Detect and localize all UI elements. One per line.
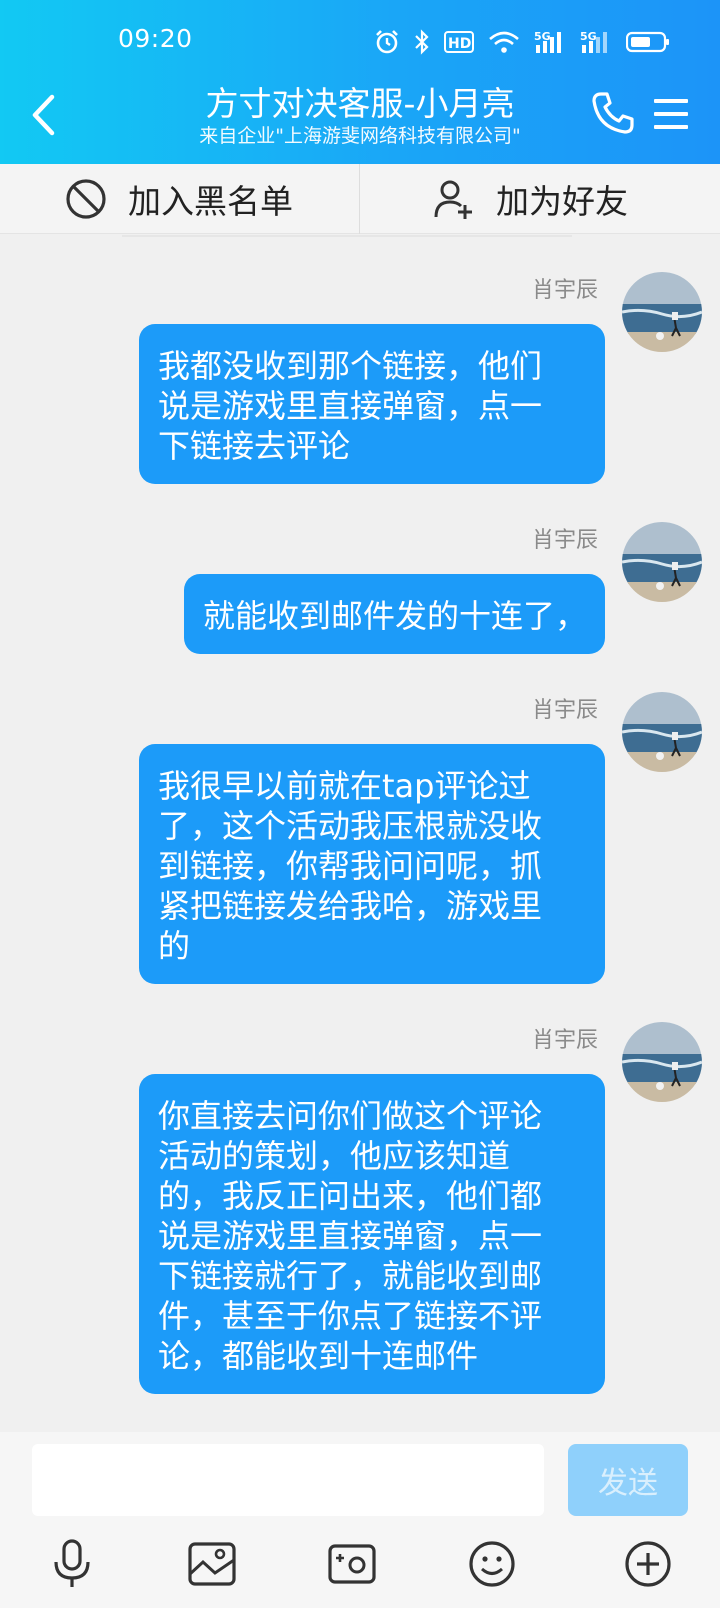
message-line: 了，这个活动我压根就没收 bbox=[158, 807, 543, 845]
message-bubble[interactable]: 你直接去问你们做这个评论 活动的策划，他应该知道 的，我反正问出来，他们都 说是… bbox=[139, 1074, 605, 1394]
message-line: 说是游戏里直接弹窗，点一 bbox=[158, 1217, 543, 1255]
send-button[interactable]: 发送 bbox=[568, 1444, 688, 1516]
network-label-2: 5G bbox=[580, 30, 597, 43]
message-line: 下链接就行了，就能收到邮 bbox=[158, 1257, 543, 1295]
chat-header: 09:20 HD 5G 5G 方寸对决客服-小月亮 来自企业"上海游斐网络科技有… bbox=[0, 0, 720, 164]
camera-icon bbox=[328, 1544, 376, 1584]
message-line: 论，都能收到十连邮件 bbox=[158, 1337, 479, 1375]
phone-icon bbox=[592, 92, 634, 134]
chat-title: 方寸对决客服-小月亮 bbox=[205, 84, 515, 123]
battery-icon bbox=[626, 31, 669, 53]
block-label: 加入黑名单 bbox=[128, 182, 293, 221]
signal-5g-icon-1: 5G bbox=[534, 30, 561, 53]
avatar[interactable] bbox=[622, 522, 702, 602]
input-bar: 发送 bbox=[0, 1432, 720, 1608]
status-icons: HD 5G 5G bbox=[374, 27, 670, 57]
block-icon bbox=[66, 179, 106, 219]
beach-photo-avatar bbox=[622, 1022, 702, 1102]
message-bubble[interactable]: 我都没收到那个链接，他们 说是游戏里直接弹窗，点一 下链接去评论 bbox=[139, 324, 605, 484]
bluetooth-icon bbox=[415, 29, 429, 55]
block-button[interactable]: 加入黑名单 bbox=[64, 164, 293, 234]
status-bar: 09:20 HD 5G 5G bbox=[0, 0, 720, 82]
chat-subtitle: 来自企业"上海游斐网络科技有限公司" bbox=[199, 125, 521, 147]
action-divider bbox=[359, 164, 360, 234]
message-sender-name: 肖宇辰 bbox=[531, 1028, 598, 1053]
message-bubble[interactable]: 我很早以前就在tap评论过 了，这个活动我压根就没收 到链接，你帮我问问呢，抓 … bbox=[139, 744, 605, 984]
camera-button[interactable] bbox=[322, 1534, 382, 1594]
message-bubble[interactable]: 就能收到邮件发的十连了， bbox=[183, 574, 605, 654]
message-line: 说是游戏里直接弹窗，点一 bbox=[158, 387, 543, 425]
message-line: 我都没收到那个链接，他们 bbox=[158, 347, 543, 385]
avatar[interactable] bbox=[622, 692, 702, 772]
back-button[interactable] bbox=[22, 90, 66, 140]
add-friend-label: 加为好友 bbox=[496, 182, 628, 221]
emoji-icon bbox=[469, 1541, 515, 1587]
message-line: 你直接去问你们做这个评论 bbox=[158, 1097, 543, 1135]
message-line: 的 bbox=[158, 927, 191, 965]
microphone-icon bbox=[54, 1539, 90, 1587]
wifi-icon bbox=[489, 31, 519, 53]
avatar[interactable] bbox=[622, 272, 702, 352]
menu-button[interactable] bbox=[650, 94, 694, 134]
beach-photo-avatar bbox=[622, 692, 702, 772]
network-label-1: 5G bbox=[534, 30, 551, 43]
image-icon bbox=[188, 1542, 236, 1586]
beach-photo-avatar bbox=[622, 272, 702, 352]
status-time: 09:20 bbox=[118, 24, 193, 53]
message-line: 紧把链接发给我哈，游戏里 bbox=[158, 887, 543, 925]
signal-5g-icon-2: 5G bbox=[580, 30, 607, 53]
message-line: 我很早以前就在tap评论过 bbox=[158, 767, 531, 805]
hamburger-menu-icon bbox=[654, 99, 688, 129]
hd-icon: HD bbox=[444, 31, 474, 53]
more-button[interactable] bbox=[618, 1534, 678, 1594]
voice-button[interactable] bbox=[42, 1534, 102, 1594]
previous-message-edge bbox=[122, 234, 572, 237]
add-user-icon bbox=[434, 180, 472, 219]
message-line: 下链接去评论 bbox=[158, 427, 351, 465]
message-line: 的，我反正问出来，他们都 bbox=[158, 1177, 543, 1215]
message-line: 就能收到邮件发的十连了， bbox=[202, 597, 587, 635]
beach-photo-avatar bbox=[622, 522, 702, 602]
message-line: 件，甚至于你点了链接不评 bbox=[158, 1297, 543, 1335]
hd-label: HD bbox=[448, 36, 471, 52]
add-friend-button[interactable]: 加为好友 bbox=[432, 164, 628, 234]
call-button[interactable] bbox=[590, 90, 636, 136]
emoji-button[interactable] bbox=[462, 1534, 522, 1594]
photo-button[interactable] bbox=[182, 1534, 242, 1594]
message-line: 活动的策划，他应该知道 bbox=[158, 1137, 511, 1175]
message-line: 到链接，你帮我问问呢，抓 bbox=[158, 847, 543, 885]
message-sender-name: 肖宇辰 bbox=[531, 528, 598, 553]
alarm-icon bbox=[376, 30, 398, 54]
message-sender-name: 肖宇辰 bbox=[531, 278, 598, 303]
message-sender-name: 肖宇辰 bbox=[531, 698, 598, 723]
stranger-action-bar: 加入黑名单 加为好友 bbox=[0, 164, 720, 234]
plus-icon bbox=[625, 1541, 671, 1587]
message-input[interactable] bbox=[32, 1444, 544, 1516]
avatar[interactable] bbox=[622, 1022, 702, 1102]
chevron-left-icon bbox=[32, 94, 55, 136]
